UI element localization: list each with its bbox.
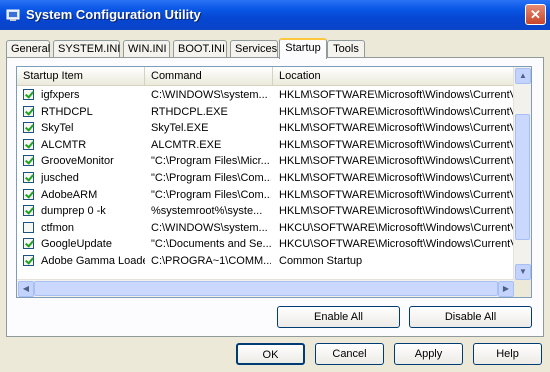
startup-item-command: C:\PROGRA~1\COMM... bbox=[151, 254, 271, 267]
startup-item-checkbox[interactable] bbox=[23, 89, 34, 100]
startup-item-location: HKLM\SOFTWARE\Microsoft\Windows\CurrentV… bbox=[279, 205, 515, 218]
startup-item-command: "C:\Program Files\Micr... bbox=[151, 155, 270, 168]
startup-row[interactable]: SkyTel SkyTel.EXE HKLM\SOFTWARE\Microsoft\… bbox=[17, 120, 515, 137]
startup-item-location: HKLM\SOFTWARE\Microsoft\Windows\CurrentV… bbox=[279, 89, 515, 101]
startup-row[interactable]: igfxpers C:\WINDOWS\system... HKLM\SOFTWAR… bbox=[17, 87, 515, 104]
scroll-corner bbox=[514, 280, 531, 297]
startup-row[interactable]: ALCMTR ALCMTR.EXE HKLM\SOFTWARE\Microsoft\… bbox=[17, 137, 515, 154]
startup-row[interactable]: Adobe Gamma Loader C:\PROGRA~1\COMM... Com… bbox=[17, 253, 515, 270]
arrow-right-icon: ▶ bbox=[502, 284, 510, 293]
startup-item-name: GoogleUpdate bbox=[41, 238, 112, 251]
startup-item-command: C:\WINDOWS\system... bbox=[151, 89, 268, 101]
close-icon: ✕ bbox=[530, 7, 541, 22]
startup-item-location: HKLM\SOFTWARE\Microsoft\Windows\CurrentV… bbox=[279, 155, 515, 168]
vertical-scroll-thumb[interactable] bbox=[515, 114, 530, 240]
system-config-icon bbox=[6, 9, 20, 21]
startup-item-checkbox[interactable] bbox=[23, 155, 34, 167]
startup-row[interactable]: GoogleUpdate "C:\Documents and Se... HKCU\… bbox=[17, 236, 515, 253]
startup-item-checkbox[interactable] bbox=[23, 138, 34, 150]
disable-all-button[interactable]: Disable All bbox=[409, 306, 532, 328]
scroll-down-button[interactable]: ▼ bbox=[515, 264, 531, 280]
scroll-left-button[interactable]: ◀ bbox=[18, 281, 34, 297]
startup-item-command: "C:\Documents and Se... bbox=[151, 238, 271, 251]
ok-button[interactable]: OK bbox=[236, 343, 305, 365]
help-button[interactable]: Help bbox=[473, 343, 542, 365]
startup-item-name: ALCMTR bbox=[41, 138, 87, 151]
startup-item-checkbox[interactable] bbox=[23, 254, 34, 266]
startup-row[interactable]: dumprep 0 -k %systemroot%\syste... HKLM\SO… bbox=[17, 203, 515, 220]
startup-item-checkbox[interactable] bbox=[23, 105, 34, 117]
startup-item-name: AdobeARM bbox=[41, 188, 98, 201]
column-location[interactable]: Location bbox=[273, 67, 515, 85]
column-startup-item[interactable]: Startup Item bbox=[17, 67, 145, 85]
startup-item-location: Common Startup bbox=[279, 254, 363, 267]
startup-item-name: Adobe Gamma Loader bbox=[41, 254, 145, 267]
cancel-button[interactable]: Cancel bbox=[315, 343, 384, 365]
startup-item-location: HKLM\SOFTWARE\Microsoft\Windows\CurrentV… bbox=[279, 171, 515, 184]
scroll-right-button[interactable]: ▶ bbox=[498, 281, 514, 297]
scroll-up-button[interactable]: ▲ bbox=[515, 68, 531, 84]
startup-item-checkbox[interactable] bbox=[23, 122, 34, 134]
window-title: System Configuration Utility bbox=[26, 7, 201, 22]
list-header: Startup Item Command Location bbox=[17, 67, 515, 86]
tab-win-ini[interactable]: WIN.INI bbox=[123, 40, 170, 57]
startup-row[interactable]: GrooveMonitor "C:\Program Files\Micr... HK… bbox=[17, 153, 515, 170]
column-command[interactable]: Command bbox=[145, 67, 273, 85]
startup-item-command: "C:\Program Files\Com... bbox=[151, 171, 271, 184]
tab-boot-ini[interactable]: BOOT.INI bbox=[173, 40, 227, 57]
startup-item-name: jusched bbox=[41, 171, 79, 184]
startup-item-command: SkyTel.EXE bbox=[151, 122, 209, 135]
startup-item-name: RTHDCPL bbox=[41, 105, 93, 118]
startup-item-name: igfxpers bbox=[41, 89, 80, 101]
startup-rows: igfxpers C:\WINDOWS\system... HKLM\SOFTWAR… bbox=[17, 87, 515, 270]
tab-tools[interactable]: Tools bbox=[327, 40, 365, 57]
startup-item-checkbox[interactable] bbox=[23, 205, 34, 217]
startup-item-location: HKCU\SOFTWARE\Microsoft\Windows\CurrentV… bbox=[279, 221, 515, 234]
title-bar[interactable]: System Configuration Utility ✕ bbox=[0, 0, 550, 30]
startup-item-location: HKCU\SOFTWARE\Microsoft\Windows\CurrentV… bbox=[279, 238, 515, 251]
tab-system-ini[interactable]: SYSTEM.INI bbox=[53, 40, 120, 57]
apply-button[interactable]: Apply bbox=[394, 343, 463, 365]
startup-item-checkbox[interactable] bbox=[23, 221, 34, 233]
startup-item-location: HKLM\SOFTWARE\Microsoft\Windows\CurrentV… bbox=[279, 138, 515, 151]
startup-item-command: %systemroot%\syste... bbox=[151, 205, 263, 218]
horizontal-scrollbar[interactable]: ◀ ▶ bbox=[17, 279, 515, 297]
enable-all-button[interactable]: Enable All bbox=[277, 306, 400, 328]
startup-row[interactable]: RTHDCPL RTHDCPL.EXE HKLM\SOFTWARE\Microsof… bbox=[17, 104, 515, 121]
startup-item-name: SkyTel bbox=[41, 122, 74, 135]
startup-item-checkbox[interactable] bbox=[23, 238, 34, 250]
vertical-scrollbar[interactable]: ▲ ▼ bbox=[513, 67, 531, 281]
startup-list[interactable]: Startup Item Command Location igfxpers C:… bbox=[16, 66, 532, 298]
startup-item-checkbox[interactable] bbox=[23, 171, 34, 183]
arrow-left-icon: ◀ bbox=[22, 284, 30, 293]
arrow-down-icon: ▼ bbox=[519, 267, 527, 276]
startup-item-name: ctfmon bbox=[41, 221, 75, 234]
startup-item-location: HKLM\SOFTWARE\Microsoft\Windows\CurrentV… bbox=[279, 122, 515, 135]
close-button[interactable]: ✕ bbox=[525, 4, 546, 25]
startup-item-location: HKLM\SOFTWARE\Microsoft\Windows\CurrentV… bbox=[279, 105, 515, 118]
arrow-up-icon: ▲ bbox=[519, 71, 527, 80]
startup-item-command: C:\WINDOWS\system... bbox=[151, 221, 268, 234]
horizontal-scroll-thumb[interactable] bbox=[34, 281, 498, 296]
tab-general[interactable]: General bbox=[6, 40, 50, 57]
tab-startup[interactable]: Startup bbox=[279, 38, 327, 59]
startup-item-name: GrooveMonitor bbox=[41, 155, 114, 168]
tab-services[interactable]: Services bbox=[230, 40, 278, 57]
startup-item-checkbox[interactable] bbox=[23, 188, 34, 200]
startup-item-name: dumprep 0 -k bbox=[41, 205, 106, 218]
startup-item-command: "C:\Program Files\Com... bbox=[151, 188, 271, 201]
startup-item-command: ALCMTR.EXE bbox=[151, 138, 222, 151]
startup-row[interactable]: jusched "C:\Program Files\Com... HKLM\SOFT… bbox=[17, 170, 515, 187]
startup-item-location: HKLM\SOFTWARE\Microsoft\Windows\CurrentV… bbox=[279, 188, 515, 201]
startup-row[interactable]: ctfmon C:\WINDOWS\system... HKCU\SOFTWARE\… bbox=[17, 220, 515, 237]
startup-row[interactable]: AdobeARM "C:\Program Files\Com... HKLM\SOF… bbox=[17, 187, 515, 204]
startup-item-command: RTHDCPL.EXE bbox=[151, 105, 228, 118]
